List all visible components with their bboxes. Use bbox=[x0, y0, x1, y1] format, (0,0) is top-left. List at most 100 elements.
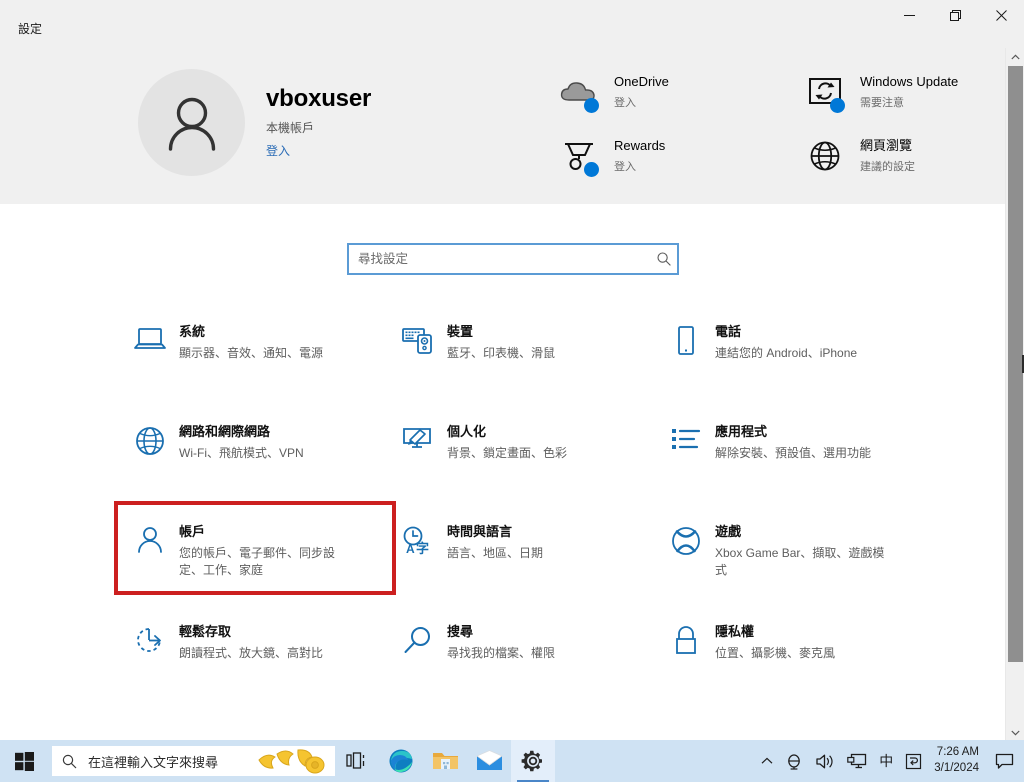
settings-gear-icon[interactable] bbox=[511, 740, 555, 782]
tile-privacy[interactable]: 隱私權 位置、攝影機、麥克風 bbox=[660, 613, 928, 713]
ease-of-access-icon bbox=[124, 624, 176, 655]
status-badge bbox=[830, 98, 845, 113]
tile-text: 隱私權 位置、攝影機、麥克風 bbox=[712, 624, 851, 662]
action-center-button[interactable] bbox=[989, 740, 1020, 782]
mail-icon[interactable] bbox=[467, 740, 511, 782]
rewards-trophy-icon bbox=[556, 134, 602, 178]
minimize-icon bbox=[903, 15, 915, 16]
tile-text: 系統 顯示器、音效、通知、電源 bbox=[176, 324, 339, 362]
quicklink-rewards[interactable]: Rewards 登入 bbox=[556, 124, 756, 188]
quicklink-windows-update[interactable]: Windows Update 需要注意 bbox=[802, 60, 1002, 124]
restore-button[interactable] bbox=[932, 0, 978, 31]
avatar bbox=[138, 69, 245, 176]
account-person-icon bbox=[124, 524, 176, 555]
quicklink-text: Windows Update 需要注意 bbox=[860, 74, 958, 109]
quicklink-sub: 需要注意 bbox=[860, 96, 904, 109]
taskbar-search-box[interactable]: 在這裡輸入文字來搜尋 bbox=[52, 746, 335, 776]
personalization-brush-icon bbox=[392, 424, 444, 455]
network-globe-icon bbox=[124, 424, 176, 457]
restore-icon bbox=[949, 10, 961, 21]
tile-title: 網路和網際網路 bbox=[179, 424, 271, 439]
tile-phone[interactable]: 電話 連結您的 Android、iPhone bbox=[660, 313, 928, 413]
close-button[interactable] bbox=[978, 0, 1024, 31]
search-input[interactable] bbox=[358, 252, 656, 266]
close-icon bbox=[995, 10, 1007, 21]
tile-gaming[interactable]: 遊戲 Xbox Game Bar、擷取、遊戲模式 bbox=[660, 513, 928, 613]
tile-text: 帳戶 您的帳戶、電子郵件、同步設定、工作、家庭 bbox=[176, 524, 365, 579]
tile-sub: Wi-Fi、飛航模式、VPN bbox=[179, 445, 304, 460]
search-area bbox=[347, 243, 679, 275]
search-icon bbox=[657, 252, 671, 266]
scroll-up-arrow-icon[interactable] bbox=[1006, 48, 1024, 66]
search-icon bbox=[62, 754, 77, 768]
tile-text: 輕鬆存取 朗讀程式、放大鏡、高對比 bbox=[176, 624, 339, 662]
account-summary[interactable]: vboxuser 本機帳戶 登入 bbox=[138, 69, 371, 176]
tile-search[interactable]: 搜尋 尋找我的檔案、權限 bbox=[392, 613, 660, 713]
tile-sub: 語言、地區、日期 bbox=[447, 545, 544, 560]
tile-sub: 您的帳戶、電子郵件、同步設定、工作、家庭 bbox=[179, 545, 336, 577]
time-language-icon: A 字 bbox=[392, 524, 444, 557]
tile-network[interactable]: 網路和網際網路 Wi-Fi、飛航模式、VPN bbox=[124, 413, 392, 513]
ime-indicator[interactable]: 中 bbox=[873, 740, 899, 782]
search-magnifier-icon bbox=[392, 624, 444, 657]
tile-text: 遊戲 Xbox Game Bar、擷取、遊戲模式 bbox=[712, 524, 901, 579]
tile-sub: 顯示器、音效、通知、電源 bbox=[179, 345, 324, 360]
scrollbar-thumb[interactable] bbox=[1008, 66, 1024, 662]
tile-devices[interactable]: 裝置 藍牙、印表機、滑鼠 bbox=[392, 313, 660, 413]
search-box[interactable] bbox=[347, 243, 679, 275]
start-button[interactable] bbox=[0, 740, 48, 782]
search-doodle-icon bbox=[253, 744, 331, 782]
clock[interactable]: 7:26 AM 3/1/2024 bbox=[928, 740, 989, 782]
tile-apps[interactable]: 應用程式 解除安裝、預設值、選用功能 bbox=[660, 413, 928, 513]
tile-title: 搜尋 bbox=[447, 624, 474, 639]
quicklink-sub: 登入 bbox=[614, 96, 636, 109]
tile-title: 遊戲 bbox=[715, 524, 742, 539]
tile-system[interactable]: 系統 顯示器、音效、通知、電源 bbox=[124, 313, 392, 413]
tile-title: 時間與語言 bbox=[447, 524, 513, 539]
network-icon[interactable] bbox=[779, 740, 809, 782]
tile-time-language[interactable]: A 字 時間與語言 語言、地區、日期 bbox=[392, 513, 660, 613]
settings-tiles: 系統 顯示器、音效、通知、電源 裝置 藍牙、印表機、滑鼠 電話 連結您的 And… bbox=[114, 313, 928, 713]
tile-title: 應用程式 bbox=[715, 424, 768, 439]
title-bar: 設定 bbox=[0, 0, 1024, 48]
account-text: vboxuser 本機帳戶 登入 bbox=[266, 85, 371, 159]
taskbar: 在這裡輸入文字來搜尋 中 7:26 AM 3/1/2024 bbox=[0, 740, 1024, 782]
quicklink-web-browsing[interactable]: 網頁瀏覽 建議的設定 bbox=[802, 124, 1002, 188]
tray-overflow-button[interactable] bbox=[755, 740, 779, 782]
privacy-lock-icon bbox=[660, 624, 712, 657]
tile-text: 裝置 藍牙、印表機、滑鼠 bbox=[444, 324, 571, 362]
settings-window: 設定 vboxuser 本機帳戶 登入 OneDrive 登入 Windows … bbox=[0, 0, 1024, 782]
minimize-button[interactable] bbox=[886, 0, 932, 31]
quick-links: OneDrive 登入 Windows Update 需要注意 Rewards … bbox=[556, 60, 1002, 188]
volume-icon[interactable] bbox=[809, 740, 841, 782]
windows-logo-icon bbox=[14, 751, 34, 771]
task-view-icon bbox=[346, 752, 365, 769]
edge-icon[interactable] bbox=[379, 740, 423, 782]
window-title: 設定 bbox=[18, 22, 43, 36]
tile-ease-of-access[interactable]: 輕鬆存取 朗讀程式、放大鏡、高對比 bbox=[124, 613, 392, 713]
windows-update-icon bbox=[802, 70, 848, 114]
tile-text: 搜尋 尋找我的檔案、權限 bbox=[444, 624, 571, 662]
xbox-icon bbox=[660, 524, 712, 557]
account-signin-link[interactable]: 登入 bbox=[266, 142, 371, 159]
vertical-scrollbar[interactable] bbox=[1005, 48, 1024, 742]
tile-title: 個人化 bbox=[447, 424, 487, 439]
file-explorer-icon[interactable] bbox=[423, 740, 467, 782]
tile-title: 電話 bbox=[715, 324, 742, 339]
quicklink-onedrive[interactable]: OneDrive 登入 bbox=[556, 60, 756, 124]
tile-personalization[interactable]: 個人化 背景、鎖定畫面、色彩 bbox=[392, 413, 660, 513]
tile-sub: Xbox Game Bar、擷取、遊戲模式 bbox=[715, 545, 885, 577]
tile-sub: 尋找我的檔案、權限 bbox=[447, 645, 556, 660]
quicklink-text: OneDrive 登入 bbox=[614, 74, 669, 109]
tile-title: 系統 bbox=[179, 324, 206, 339]
display-icon[interactable] bbox=[841, 740, 873, 782]
task-view-button[interactable] bbox=[335, 740, 379, 782]
quicklink-sub: 登入 bbox=[614, 160, 636, 173]
quicklink-title: Rewards bbox=[614, 138, 666, 154]
tile-sub: 藍牙、印表機、滑鼠 bbox=[447, 345, 556, 360]
chevron-up-icon bbox=[761, 757, 773, 764]
tile-accounts[interactable]: 帳戶 您的帳戶、電子郵件、同步設定、工作、家庭 bbox=[114, 501, 396, 595]
ime-mode-button[interactable] bbox=[899, 740, 928, 782]
quicklink-title: OneDrive bbox=[614, 74, 669, 90]
window-controls bbox=[886, 0, 1024, 31]
